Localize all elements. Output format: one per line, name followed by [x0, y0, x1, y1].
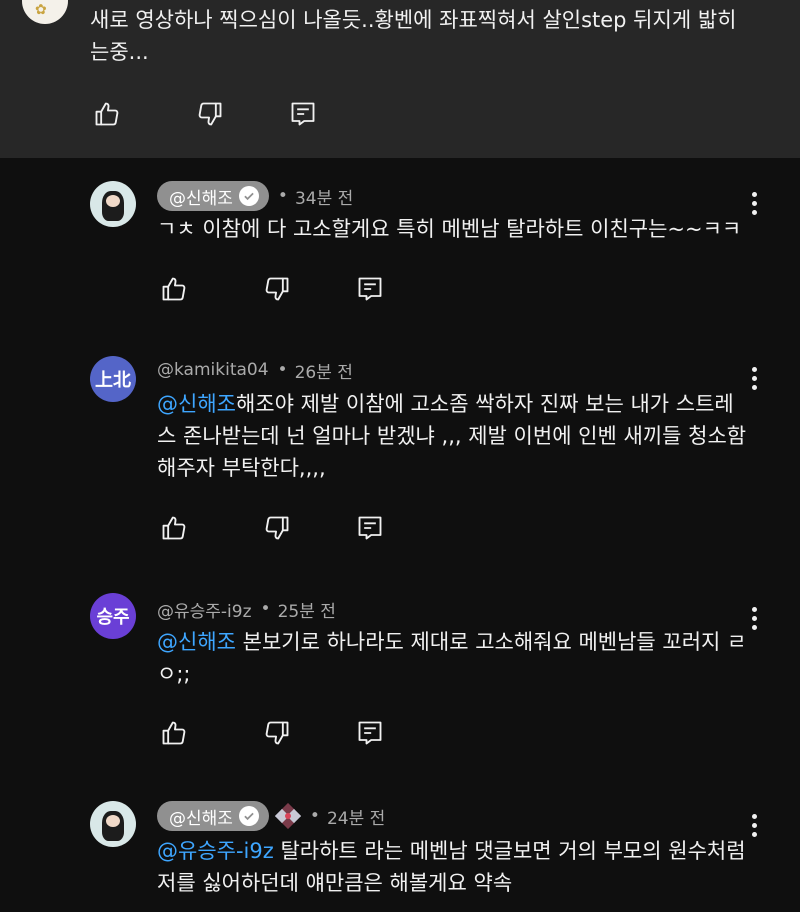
timestamp[interactable]: 26분 전 — [295, 358, 353, 383]
reply-icon — [358, 721, 382, 745]
author-handle[interactable]: @kamikita04 — [157, 360, 269, 380]
reply-icon — [291, 102, 315, 126]
verified-check-icon — [238, 186, 259, 206]
like-button[interactable] — [157, 511, 191, 545]
parent-comment: ✿ 새로 영상하나 찍으심이 나올듯..황벤에 좌표찍혀서 살인step 뒤지게… — [0, 0, 800, 158]
more-vert-icon — [751, 366, 757, 372]
comment-meta: @신해조 • 34분 전 — [157, 181, 353, 211]
parent-avatar[interactable]: ✿ — [22, 0, 68, 24]
like-button[interactable] — [157, 272, 191, 306]
author-handle: @신해조 — [169, 808, 233, 829]
reply-comment: 승주 @유승주-i9z • 25분 전 @신해조 본보기로 하나라도 제대로 고… — [0, 593, 800, 763]
mention-link[interactable]: @신해조 — [157, 630, 236, 654]
more-vert-dot — [751, 200, 757, 206]
comment-body: 본보기로 하나라도 제대로 고소해줘요 메벤남들 꼬러지 ㄹㅇ;; — [157, 630, 747, 686]
mention-link[interactable]: @유승주-i9z — [157, 839, 274, 863]
thumbs-down-icon — [265, 277, 289, 301]
timestamp[interactable]: 34분 전 — [295, 184, 353, 209]
timestamp[interactable]: 24분 전 — [327, 804, 385, 829]
separator: • — [277, 360, 288, 380]
comment-body: 해조야 제발 이참에 고소좀 싹하자 진짜 보는 내가 스트레스 존나받는데 넌… — [157, 392, 747, 480]
reply-button[interactable] — [353, 716, 387, 750]
thumbs-down-icon — [198, 102, 222, 126]
more-vert-dot — [751, 375, 757, 381]
comment-actions — [157, 272, 397, 306]
more-vert-dot — [751, 209, 757, 215]
avatar-initials: 승주 — [96, 607, 130, 628]
reply-icon — [358, 516, 382, 540]
separator: • — [309, 806, 320, 826]
dislike-button[interactable] — [260, 511, 294, 545]
more-vert-icon — [751, 191, 757, 197]
avatar-face — [106, 815, 120, 827]
reply-button[interactable] — [353, 511, 387, 545]
like-button[interactable] — [90, 97, 124, 131]
reply-icon — [358, 277, 382, 301]
more-vert-icon — [751, 813, 757, 819]
thumbs-up-icon — [162, 277, 186, 301]
comment-text: @신해조해조야 제발 이참에 고소좀 싹하자 진짜 보는 내가 스트레스 존나받… — [157, 388, 747, 484]
avatar[interactable] — [90, 181, 136, 227]
timestamp[interactable]: 25분 전 — [278, 597, 336, 622]
comment-meta: @kamikita04 • 26분 전 — [157, 355, 353, 385]
avatar-initials: 上北 — [95, 370, 131, 391]
reply-comment: 上北 @kamikita04 • 26분 전 @신해조해조야 제발 이참에 고소… — [0, 353, 800, 563]
comment-text: ㄱㅊ 이참에 다 고소할게요 특히 메벤남 탈라하트 이친구는~~ㅋㅋ — [157, 213, 747, 245]
member-badge-icon — [274, 803, 301, 829]
comment-body: ㄱㅊ 이참에 다 고소할게요 특히 메벤남 탈라하트 이친구는~~ㅋㅋ — [157, 217, 742, 241]
thumbs-up-icon — [162, 516, 186, 540]
author-handle: @신해조 — [169, 188, 233, 209]
thumbs-down-icon — [265, 721, 289, 745]
avatar[interactable]: 上北 — [90, 356, 136, 402]
more-vert-dot — [751, 624, 757, 630]
more-vert-dot — [751, 615, 757, 621]
author-chip[interactable]: @신해조 — [157, 181, 269, 211]
avatar-decoration-icon: ✿ — [35, 2, 47, 18]
reply-comment: @신해조 • 34분 전 ㄱㅊ 이참에 다 고소할게요 특히 메벤남 탈라하트 … — [0, 175, 800, 325]
more-vert-dot — [751, 384, 757, 390]
comment-text: @유승주-i9z 탈라하트 라는 메벤남 댓글보면 거의 부모의 원수처럼 저를… — [157, 835, 747, 899]
avatar-face — [106, 195, 120, 207]
dislike-button[interactable] — [260, 716, 294, 750]
thumbs-up-icon — [162, 721, 186, 745]
reply-button[interactable] — [286, 97, 320, 131]
more-vert-icon — [751, 606, 757, 612]
comment-text: @신해조 본보기로 하나라도 제대로 고소해줘요 메벤남들 꼬러지 ㄹㅇ;; — [157, 626, 747, 690]
separator: • — [260, 599, 271, 619]
more-vert-dot — [751, 822, 757, 828]
reply-button[interactable] — [353, 272, 387, 306]
mention-link[interactable]: @신해조 — [157, 392, 236, 416]
comment-actions — [157, 511, 397, 545]
dislike-button[interactable] — [260, 272, 294, 306]
author-chip[interactable]: @신해조 — [157, 801, 269, 831]
thumbs-down-icon — [265, 516, 289, 540]
avatar[interactable]: 승주 — [90, 593, 136, 639]
more-vert-dot — [751, 831, 757, 837]
separator: • — [277, 186, 288, 206]
reply-comment: @신해조 • 24분 전 @유승주-i9z 탈라하트 라는 메벤남 댓글보면 거… — [0, 798, 800, 912]
comment-meta: @유승주-i9z • 25분 전 — [157, 594, 336, 624]
thumbs-up-icon — [95, 102, 119, 126]
comment-actions — [157, 716, 397, 750]
avatar[interactable] — [90, 801, 136, 847]
comment-meta: @신해조 • 24분 전 — [157, 801, 385, 831]
dislike-button[interactable] — [193, 97, 227, 131]
like-button[interactable] — [157, 716, 191, 750]
author-handle[interactable]: @유승주-i9z — [157, 597, 252, 622]
parent-comment-text: 새로 영상하나 찍으심이 나올듯..황벤에 좌표찍혀서 살인step 뒤지게 밟… — [90, 8, 737, 64]
verified-check-icon — [238, 806, 259, 826]
parent-actions — [90, 97, 330, 131]
